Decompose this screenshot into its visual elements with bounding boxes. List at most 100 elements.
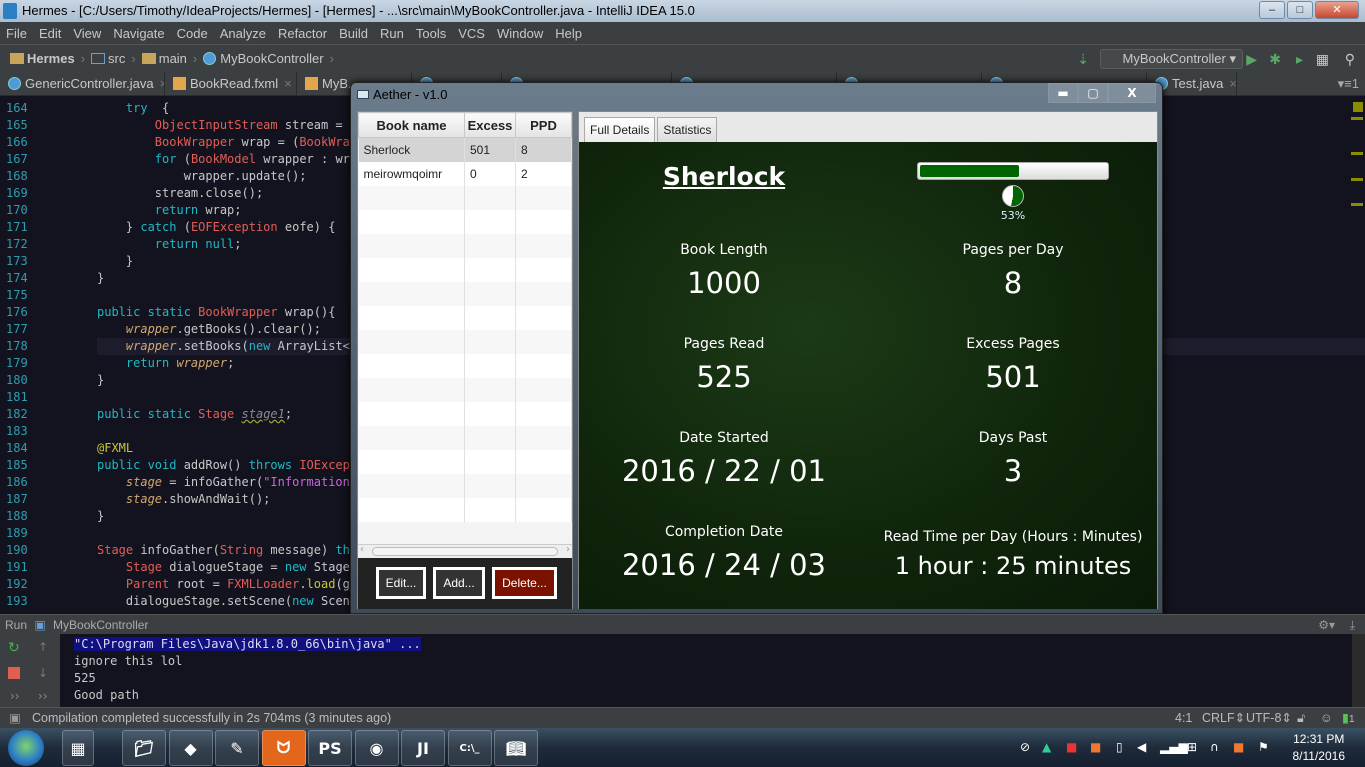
editor-tab[interactable]: BookRead.fxml ×: [165, 72, 297, 96]
delete-button[interactable]: Delete...: [492, 567, 557, 599]
dialog-close-button[interactable]: X: [1108, 83, 1156, 103]
film-icon[interactable]: ▦: [62, 730, 94, 766]
network-error-icon[interactable]: ⊘: [1020, 740, 1030, 754]
hide-panel-icon[interactable]: ⤓: [1350, 615, 1355, 635]
error-stripe-marker[interactable]: [1353, 102, 1363, 112]
dialog-minimize-button[interactable]: ▬: [1048, 83, 1078, 103]
book-icon[interactable]: 📖︎: [494, 730, 538, 766]
caret-position[interactable]: 4:1: [1175, 708, 1192, 728]
menu-vcs[interactable]: VCS: [458, 26, 485, 41]
inspector-icon[interactable]: ☺: [1320, 708, 1333, 728]
notepad-icon[interactable]: ✎: [215, 730, 259, 766]
error-stripe-marker[interactable]: [1351, 152, 1363, 155]
error-stripe-marker[interactable]: [1351, 117, 1363, 120]
field-label: Days Past: [978, 430, 1048, 446]
add-button[interactable]: Add...: [433, 567, 485, 599]
menu-help[interactable]: Help: [555, 26, 582, 41]
avira-icon[interactable]: ■: [1066, 740, 1077, 754]
xampp-icon[interactable]: ᗢ: [261, 730, 306, 766]
cmd-icon[interactable]: C:\_: [447, 730, 492, 766]
breadcrumb-project[interactable]: Hermes: [10, 51, 75, 66]
code-token: (: [176, 152, 191, 166]
menu-analyze[interactable]: Analyze: [220, 26, 266, 41]
down-arrow-icon[interactable]: ↓: [38, 666, 48, 680]
code-token: @FXML: [97, 441, 134, 455]
column-header-excess[interactable]: Excess: [464, 112, 516, 138]
breadcrumb-main[interactable]: main: [141, 51, 187, 66]
clock[interactable]: 12:31 PM 8/11/2016: [1293, 731, 1346, 765]
start-button[interactable]: [8, 730, 44, 766]
toggle-tool-windows-icon[interactable]: ▣: [9, 708, 21, 728]
edit-button[interactable]: Edit...: [376, 567, 426, 599]
windows-icon[interactable]: ⊞: [1187, 740, 1197, 754]
tab-statistics[interactable]: Statistics: [657, 117, 718, 142]
minimize-button[interactable]: –: [1259, 1, 1285, 19]
event-log-icon[interactable]: ▮1: [1342, 708, 1355, 730]
table-row[interactable]: meirowmqoimr 0 2: [358, 161, 572, 186]
menu-tools[interactable]: Tools: [416, 26, 446, 41]
menu-file[interactable]: File: [6, 26, 27, 41]
battery-icon[interactable]: ▯: [1116, 740, 1123, 754]
settings-icon[interactable]: ⚙▾: [1318, 615, 1335, 635]
line-separator[interactable]: CRLF⇕: [1202, 708, 1245, 728]
menu-view[interactable]: View: [73, 26, 101, 41]
menu-run[interactable]: Run: [380, 26, 404, 41]
column-header-ppd[interactable]: PPD: [515, 112, 572, 138]
dialog-maximize-button[interactable]: ▢: [1078, 83, 1108, 103]
menu-code[interactable]: Code: [177, 26, 208, 41]
table-row[interactable]: Sherlock 501 8: [358, 137, 572, 162]
run-icon[interactable]: ▶: [1246, 51, 1257, 68]
rerun-icon[interactable]: ↻: [8, 640, 20, 656]
tab-close-icon[interactable]: ×: [1229, 76, 1236, 91]
lock-icon[interactable]: 🔓︎: [1297, 708, 1305, 728]
java-icon[interactable]: ■: [1233, 740, 1244, 754]
empty-row: [358, 377, 572, 402]
column-header-book-name[interactable]: Book name: [358, 112, 465, 138]
phpstorm-icon[interactable]: PS: [308, 730, 352, 766]
run-config-select[interactable]: MyBookController ▾: [1099, 49, 1243, 69]
xampp-tray-icon[interactable]: ■: [1090, 740, 1101, 754]
horizontal-scrollbar[interactable]: ‹ ›: [358, 544, 572, 558]
table-cell: [515, 329, 572, 354]
menu-build[interactable]: Build: [339, 26, 368, 41]
tab-full-details[interactable]: Full Details: [584, 117, 656, 142]
build-icon[interactable]: ⇣: [1077, 51, 1089, 68]
close-button[interactable]: ✕: [1315, 1, 1359, 19]
google-drive-icon[interactable]: ▲: [1042, 740, 1051, 754]
more-icon[interactable]: ››: [38, 689, 48, 703]
error-stripe-marker[interactable]: [1351, 203, 1363, 206]
error-stripe-marker[interactable]: [1351, 178, 1363, 181]
more-icon[interactable]: ››: [10, 689, 20, 703]
menu-window[interactable]: Window: [497, 26, 543, 41]
menu-navigate[interactable]: Navigate: [113, 26, 164, 41]
editor-tab[interactable]: GenericController.java×: [0, 72, 165, 96]
tab-close-icon[interactable]: ×: [284, 76, 292, 91]
breadcrumb-class[interactable]: MyBookController: [203, 51, 324, 66]
signal-icon[interactable]: ▂▄▆: [1160, 740, 1188, 754]
search-icon[interactable]: ⚲: [1345, 51, 1355, 68]
file-encoding[interactable]: UTF-8⇕: [1246, 708, 1292, 728]
intellij-icon[interactable]: JI: [401, 730, 445, 766]
volume-muted-icon[interactable]: ◀: [1137, 740, 1146, 754]
console-line: Good path: [74, 688, 140, 702]
maximize-button[interactable]: □: [1287, 1, 1313, 19]
stop-icon[interactable]: [8, 667, 20, 679]
debug-icon[interactable]: ✱: [1269, 51, 1281, 68]
firefox-icon[interactable]: ◉: [354, 730, 399, 766]
code-token: }: [97, 271, 105, 285]
explorer-icon[interactable]: 📁︎: [122, 730, 166, 766]
menu-refactor[interactable]: Refactor: [278, 26, 327, 41]
run-console[interactable]: "C:\Program Files\Java\jdk1.8.0_66\bin\j…: [60, 634, 1352, 707]
sticky-icon[interactable]: ◆: [168, 730, 213, 766]
menu-edit[interactable]: Edit: [39, 26, 61, 41]
book-table[interactable]: Book name Excess PPD Sherlock 501 8 meirowm…: [358, 112, 572, 522]
action-center-icon[interactable]: ⚑: [1258, 740, 1269, 754]
project-structure-icon[interactable]: ▦: [1316, 51, 1329, 68]
code-token: Stage: [125, 560, 163, 574]
tabs-overflow[interactable]: ▾≡1: [1338, 72, 1365, 95]
headset-icon[interactable]: ∩: [1210, 740, 1219, 754]
up-arrow-icon[interactable]: ↑: [38, 640, 48, 654]
coverage-icon[interactable]: ▸: [1296, 51, 1303, 68]
breadcrumb-src[interactable]: src: [91, 51, 125, 66]
